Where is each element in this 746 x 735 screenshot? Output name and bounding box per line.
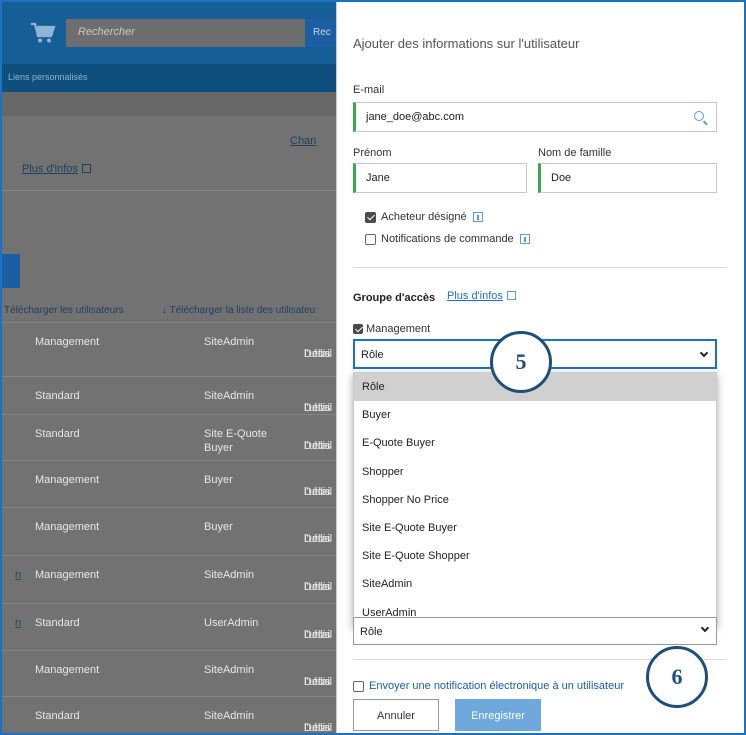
role-option[interactable]: Site E-Quote Shopper	[354, 542, 716, 570]
user-label: l'utilis	[304, 533, 331, 545]
row-role: UserAdmin	[204, 617, 259, 629]
send-notification-label: Envoyer une notification électronique à …	[369, 680, 624, 692]
row-role: SiteAdmin	[204, 664, 255, 676]
management-checkbox[interactable]	[353, 324, 363, 334]
step-callout-6: 6	[646, 646, 708, 708]
save-button[interactable]: Enregistrer	[455, 699, 541, 731]
table-row: Management SiteAdmin Détail l'utilis	[2, 322, 342, 376]
first-name-value: Jane	[366, 172, 390, 184]
row-role: Site E-Quote Buyer	[204, 428, 267, 454]
role-select-value: Rôle	[361, 349, 384, 361]
table-row: n Standard UserAdmin Détail l'utilis	[2, 603, 342, 657]
designated-buyer-checkbox[interactable]	[365, 211, 376, 223]
user-label: l'utilis	[304, 722, 331, 734]
table-row: n Management SiteAdmin Détail l'utilis	[2, 555, 342, 609]
management-row: Management	[353, 323, 430, 335]
access-more-info-link[interactable]: Plus d'infos	[447, 290, 516, 302]
background-strip	[2, 92, 342, 116]
more-info-link-label: Plus d'infos	[22, 163, 78, 175]
second-role-select[interactable]: Rôle	[353, 617, 717, 645]
user-label: l'utilis	[304, 581, 331, 593]
access-group-label: Groupe d'accès	[353, 292, 436, 304]
role-option[interactable]: E-Quote Buyer	[354, 429, 716, 457]
more-info-link-background[interactable]: Plus d'infos	[22, 163, 91, 175]
row-role: Buyer	[204, 474, 233, 486]
email-field[interactable]: jane_doe@abc.com	[353, 102, 717, 132]
divider	[353, 267, 727, 268]
cart-icon[interactable]	[30, 22, 56, 44]
email-value: jane_doe@abc.com	[366, 111, 465, 123]
second-role-select-value: Rôle	[360, 626, 383, 638]
external-link-icon	[506, 291, 516, 300]
row-type: Standard	[35, 617, 80, 629]
row-type: Management	[35, 569, 100, 581]
table-row: Management Buyer Détail l'utilis	[2, 507, 342, 561]
row-type: Management	[35, 336, 100, 348]
search-icon[interactable]	[694, 111, 704, 121]
row-prefix[interactable]: n	[15, 616, 21, 630]
row-type: Management	[35, 474, 100, 486]
send-notification-checkbox[interactable]	[353, 680, 364, 692]
first-name-field[interactable]: Jane	[353, 163, 527, 193]
external-link-icon	[81, 164, 91, 173]
role-option[interactable]: SiteAdmin	[354, 570, 716, 598]
first-name-label: Prénom	[353, 147, 392, 159]
custom-links-bar[interactable]: Liens personnalisés	[2, 64, 342, 92]
table-row: Management Buyer Détail l'utilis	[2, 460, 342, 514]
row-prefix[interactable]: n	[15, 568, 21, 582]
last-name-value: Doe	[551, 172, 572, 184]
row-type: Standard	[35, 710, 80, 722]
user-label: l'utilis	[304, 348, 331, 360]
role-option[interactable]: Buyer	[354, 401, 716, 429]
divider	[2, 190, 342, 191]
row-role: SiteAdmin	[204, 569, 255, 581]
row-type: Standard	[35, 390, 80, 402]
order-notifications-label: Notifications de commande	[381, 233, 514, 245]
row-type: Management	[35, 664, 100, 676]
step-callout-5: 5	[490, 331, 552, 393]
row-type: Management	[35, 521, 100, 533]
row-role: SiteAdmin	[204, 390, 255, 402]
top-bar: Rechercher Rec	[2, 2, 345, 64]
chevron-down-icon	[700, 623, 710, 633]
info-icon[interactable]	[519, 234, 530, 244]
screenshot-frame: Rechercher Rec Liens personnalisés Chan …	[0, 0, 746, 735]
action-button-edge[interactable]	[2, 254, 20, 288]
role-option[interactable]: Site E-Quote Buyer	[354, 514, 716, 542]
designated-buyer-row: Acheteur désigné	[365, 211, 483, 223]
user-label: l'utilis	[304, 486, 331, 498]
download-users-link[interactable]: Télécharger les utilisateurs	[4, 305, 124, 316]
role-option[interactable]: Shopper No Price	[354, 486, 716, 514]
cancel-button[interactable]: Annuler	[353, 699, 439, 731]
last-name-label: Nom de famille	[538, 147, 612, 159]
order-notifications-checkbox[interactable]	[365, 233, 376, 245]
user-label: l'utilis	[304, 440, 331, 452]
last-name-field[interactable]: Doe	[538, 163, 717, 193]
row-role: Buyer	[204, 521, 233, 533]
info-icon[interactable]	[472, 212, 483, 222]
role-dropdown: Rôle Buyer E-Quote Buyer Shopper Shopper…	[353, 372, 717, 626]
table-row: Standard SiteAdmin Détail l'utilis	[2, 696, 342, 734]
email-label: E-mail	[353, 84, 385, 96]
designated-buyer-label: Acheteur désigné	[381, 211, 467, 223]
send-notification-row: Envoyer une notification électronique à …	[353, 680, 624, 692]
row-role: SiteAdmin	[204, 336, 255, 348]
change-link[interactable]: Chan	[290, 135, 316, 147]
row-role: SiteAdmin	[204, 710, 255, 722]
panel-title: Ajouter des informations sur l'utilisate…	[353, 36, 580, 51]
search-input[interactable]: Rechercher	[66, 19, 306, 47]
access-more-info-label: Plus d'infos	[447, 290, 503, 302]
user-label: l'utilis	[304, 676, 331, 688]
user-label: l'utilis	[304, 402, 331, 414]
role-option[interactable]: Shopper	[354, 458, 716, 486]
chevron-down-icon	[699, 348, 709, 358]
download-user-list-link[interactable]: ↓ Télécharger la liste des utilisateu	[162, 305, 315, 316]
management-label: Management	[366, 323, 431, 335]
row-type: Standard	[35, 428, 80, 440]
user-label: l'utilis	[304, 629, 331, 641]
order-notifications-row: Notifications de commande	[365, 233, 530, 245]
